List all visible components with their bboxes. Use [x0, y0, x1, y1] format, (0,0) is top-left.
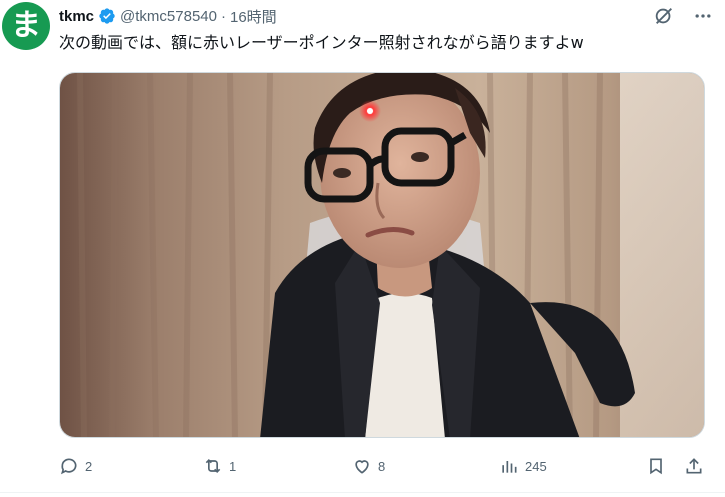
tweet-media[interactable]	[59, 72, 705, 438]
like-button[interactable]: 8	[352, 456, 385, 476]
video-still-image[interactable]	[60, 73, 705, 438]
tweet-header: tkmc @tkmc578540 · 16時間	[59, 5, 713, 27]
tweet-text: 次の動画では、額に赤いレーザーポインター照射されながら語りますよw	[59, 33, 584, 52]
tweet-actions: 2 1 8 245	[59, 453, 711, 479]
heart-icon	[355, 460, 369, 474]
share-icon	[686, 458, 702, 474]
like-count: 8	[378, 458, 386, 474]
bookmark-icon	[650, 458, 662, 475]
share-button[interactable]	[684, 456, 704, 476]
avatar-glyph: ま	[11, 8, 41, 43]
timestamp[interactable]: 16時間	[230, 6, 277, 27]
retweet-icon	[205, 458, 221, 474]
views-button[interactable]: 245	[499, 456, 547, 476]
avatar[interactable]: ま	[2, 2, 50, 50]
display-name[interactable]: tkmc	[59, 8, 94, 25]
author-handle[interactable]: @tkmc578540	[120, 8, 217, 25]
reply-button[interactable]: 2	[59, 456, 92, 476]
retweet-button[interactable]: 1	[203, 456, 236, 476]
reply-count: 2	[85, 458, 93, 474]
analytics-icon	[502, 461, 517, 473]
reply-icon	[61, 458, 77, 475]
grok-icon[interactable]	[653, 5, 675, 27]
view-count: 245	[525, 458, 547, 474]
more-icon[interactable]	[693, 6, 713, 26]
retweet-count: 1	[229, 458, 237, 474]
bookmark-button[interactable]	[646, 456, 666, 476]
separator-dot: ·	[220, 7, 226, 25]
divider	[0, 492, 725, 493]
verified-badge-icon[interactable]	[98, 7, 116, 25]
